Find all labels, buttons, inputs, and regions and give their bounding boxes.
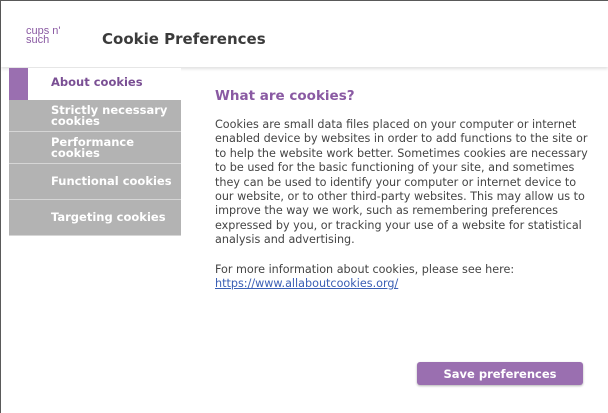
tab-label: Targeting cookies xyxy=(51,210,166,224)
more-info-text: For more information about cookies, plea… xyxy=(215,263,590,292)
tab-targeting-cookies[interactable]: Targeting cookies xyxy=(9,200,181,236)
section-heading: What are cookies? xyxy=(215,88,355,104)
tab-label: Strictly necessary cookies xyxy=(51,102,168,128)
tab-label: Performance cookies xyxy=(51,134,135,160)
save-preferences-button[interactable]: Save preferences xyxy=(417,362,583,385)
tab-performance-cookies[interactable]: Performance cookies xyxy=(9,132,181,164)
tab-about-cookies[interactable]: About cookies xyxy=(9,68,181,100)
brand-logo: cups n' such xyxy=(26,26,61,46)
preferences-sidebar: About cookies Strictly necessary cookies… xyxy=(9,68,181,236)
dialog-title: Cookie Preferences xyxy=(102,30,266,48)
tab-label: Functional cookies xyxy=(51,174,172,188)
tab-label: About cookies xyxy=(51,75,143,89)
tab-functional-cookies[interactable]: Functional cookies xyxy=(9,164,181,200)
logo-line-2: such xyxy=(26,34,50,46)
tab-strictly-necessary-cookies[interactable]: Strictly necessary cookies xyxy=(9,100,181,132)
allaboutcookies-link[interactable]: https://www.allaboutcookies.org/ xyxy=(215,277,398,290)
cookie-info-panel: What are cookies? Cookies are small data… xyxy=(215,88,590,291)
dialog-header: cups n' such Cookie Preferences xyxy=(1,1,608,67)
cookie-description: Cookies are small data files placed on y… xyxy=(215,118,588,247)
more-info-label: For more information about cookies, plea… xyxy=(215,262,515,276)
